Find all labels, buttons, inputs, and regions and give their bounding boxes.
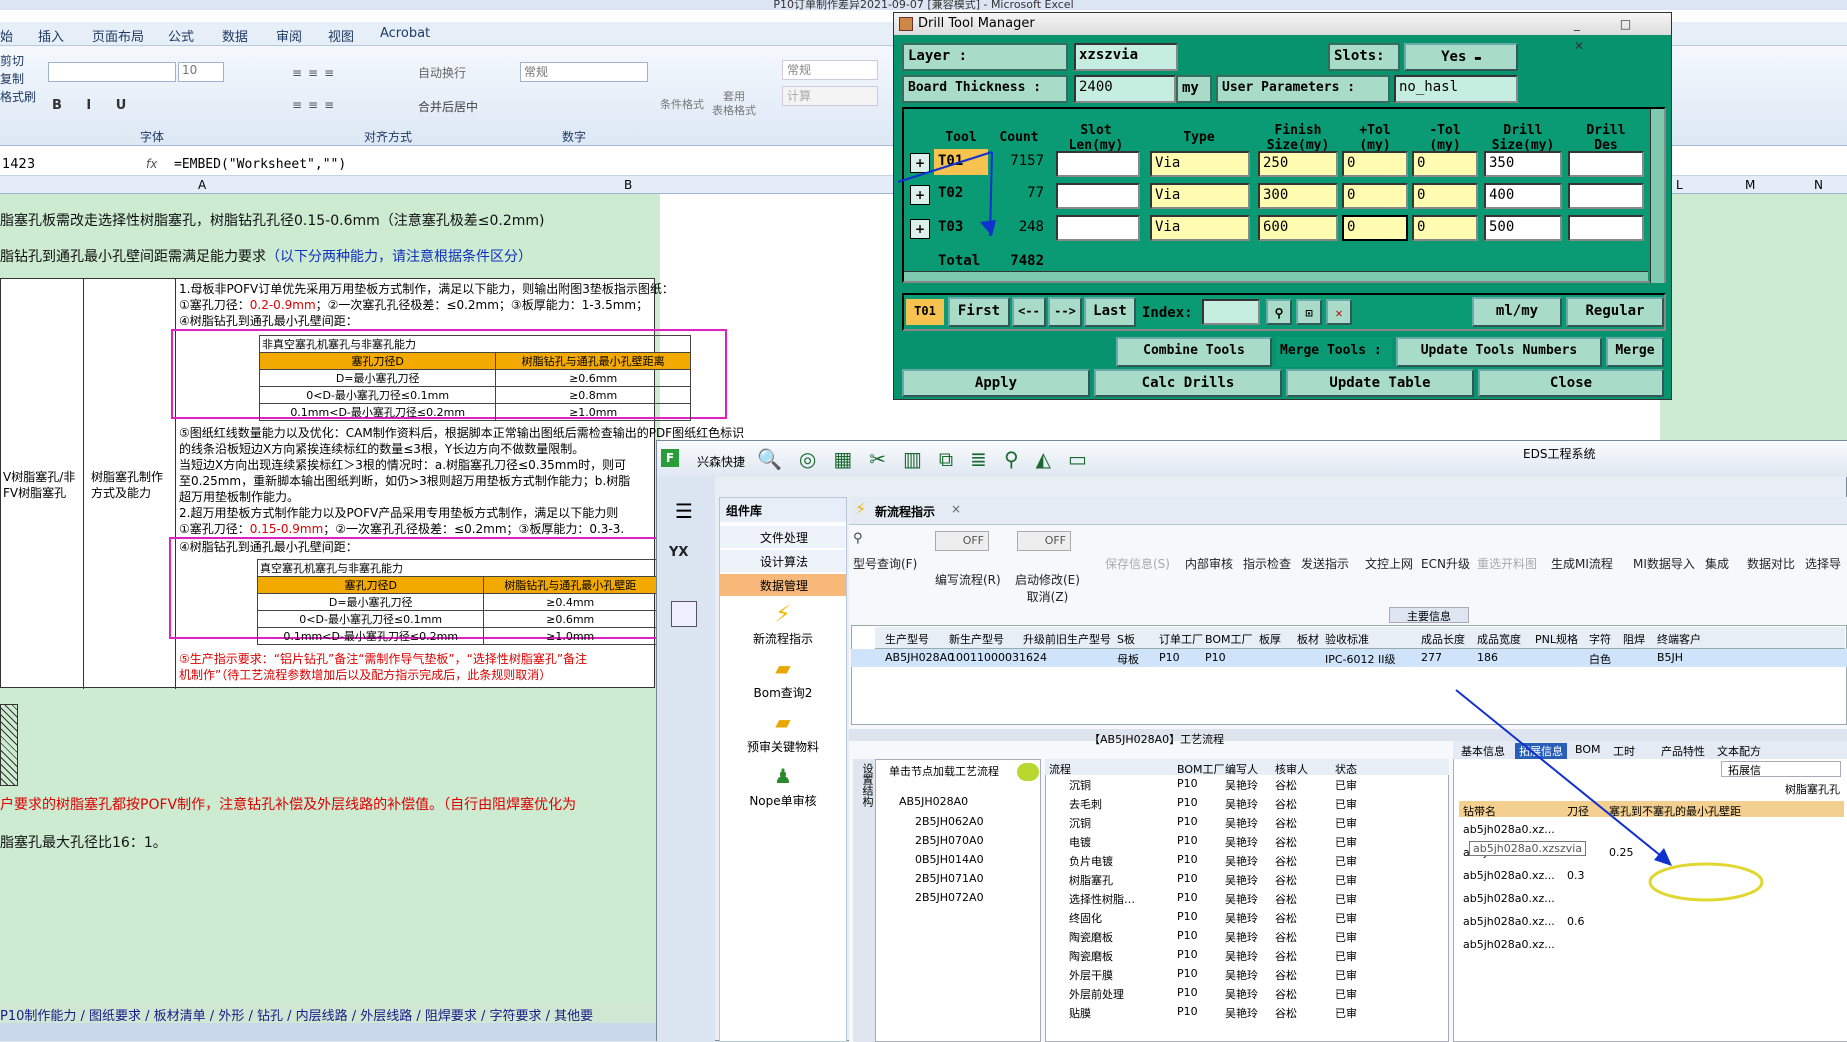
- arrow-line: [1455, 689, 1667, 861]
- highlight-ellipse: [1648, 862, 1764, 902]
- arrow-line: [897, 151, 993, 183]
- arrow-head: [1654, 848, 1672, 866]
- arrow-head: [980, 220, 996, 236]
- annotation-overlay: [897, 151, 1764, 902]
